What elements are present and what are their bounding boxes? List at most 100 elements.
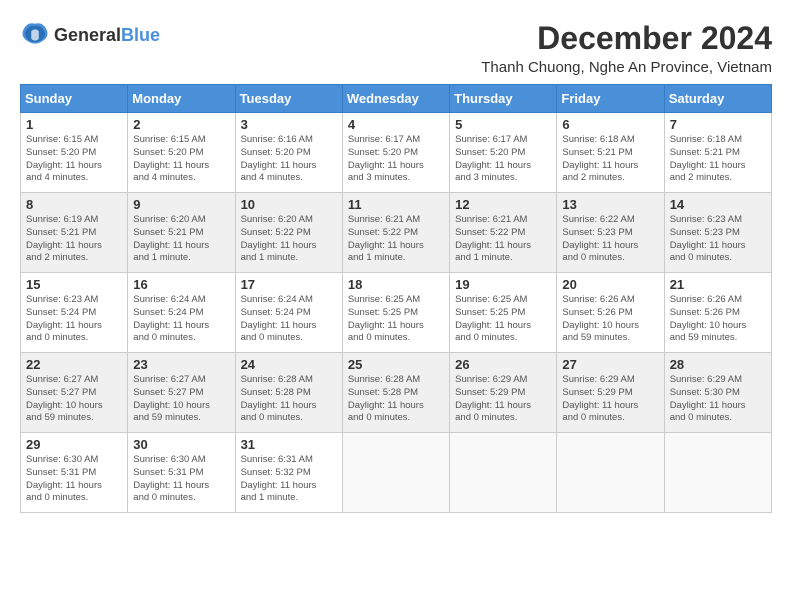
day-number: 20 bbox=[562, 277, 658, 292]
day-info: Sunrise: 6:22 AM Sunset: 5:23 PM Dayligh… bbox=[562, 214, 658, 265]
day-number: 12 bbox=[455, 197, 551, 212]
table-cell: 6Sunrise: 6:18 AM Sunset: 5:21 PM Daylig… bbox=[557, 113, 664, 193]
col-wednesday: Wednesday bbox=[342, 85, 449, 113]
day-info: Sunrise: 6:25 AM Sunset: 5:25 PM Dayligh… bbox=[348, 294, 444, 345]
logo-blue: Blue bbox=[121, 25, 160, 45]
col-friday: Friday bbox=[557, 85, 664, 113]
day-info: Sunrise: 6:24 AM Sunset: 5:24 PM Dayligh… bbox=[241, 294, 337, 345]
week-row-3: 15 Sunrise: 6:23 AM Sunset: 5:24 PM Dayli… bbox=[21, 273, 772, 353]
day-number: 22 bbox=[26, 357, 122, 372]
day-info: Sunrise: 6:26 AM Sunset: 5:26 PM Dayligh… bbox=[562, 294, 658, 345]
table-cell: 18 Sunrise: 6:25 AM Sunset: 5:25 PM Dayli… bbox=[342, 273, 449, 353]
day-number: 10 bbox=[241, 197, 337, 212]
table-cell: 14 Sunrise: 6:23 AM Sunset: 5:23 PM Dayli… bbox=[664, 193, 771, 273]
table-cell: 3 Sunrise: 6:16 AM Sunset: 5:20 PM Daylig… bbox=[235, 113, 342, 193]
day-number: 7 bbox=[670, 117, 766, 132]
day-info: Sunrise: 6:21 AM Sunset: 5:22 PM Dayligh… bbox=[455, 214, 551, 265]
day-number: 9 bbox=[133, 197, 229, 212]
location-title: Thanh Chuong, Nghe An Province, Vietnam bbox=[481, 59, 772, 76]
day-info: Sunrise: 6:23 AM Sunset: 5:24 PM Dayligh… bbox=[26, 294, 122, 345]
day-info: Sunrise: 6:20 AM Sunset: 5:21 PM Dayligh… bbox=[133, 214, 229, 265]
table-cell bbox=[342, 433, 449, 513]
table-cell bbox=[664, 433, 771, 513]
table-cell bbox=[450, 433, 557, 513]
day-number: 2 bbox=[133, 117, 229, 132]
day-number: 14 bbox=[670, 197, 766, 212]
table-cell: 7 Sunrise: 6:18 AM Sunset: 5:21 PM Daylig… bbox=[664, 113, 771, 193]
table-cell: 11 Sunrise: 6:21 AM Sunset: 5:22 PM Dayli… bbox=[342, 193, 449, 273]
table-cell: 30Sunrise: 6:30 AM Sunset: 5:31 PM Dayli… bbox=[128, 433, 235, 513]
day-info: Sunrise: 6:23 AM Sunset: 5:23 PM Dayligh… bbox=[670, 214, 766, 265]
table-cell: 1 Sunrise: 6:15 AM Sunset: 5:20 PM Daylig… bbox=[21, 113, 128, 193]
day-number: 6 bbox=[562, 117, 658, 132]
day-info: Sunrise: 6:17 AM Sunset: 5:20 PM Dayligh… bbox=[348, 134, 444, 185]
table-cell: 5 Sunrise: 6:17 AM Sunset: 5:20 PM Daylig… bbox=[450, 113, 557, 193]
day-number: 17 bbox=[241, 277, 337, 292]
calendar-table: Sunday Monday Tuesday Wednesday Thursday… bbox=[20, 84, 772, 513]
table-cell: 15 Sunrise: 6:23 AM Sunset: 5:24 PM Dayli… bbox=[21, 273, 128, 353]
table-cell: 4 Sunrise: 6:17 AM Sunset: 5:20 PM Daylig… bbox=[342, 113, 449, 193]
day-info: Sunrise: 6:24 AM Sunset: 5:24 PM Dayligh… bbox=[133, 294, 229, 345]
day-number: 24 bbox=[241, 357, 337, 372]
day-number: 18 bbox=[348, 277, 444, 292]
day-info: Sunrise: 6:27 AM Sunset: 5:27 PM Dayligh… bbox=[26, 374, 122, 425]
day-info: Sunrise: 6:31 AM Sunset: 5:32 PM Dayligh… bbox=[241, 454, 337, 505]
table-cell: 20 Sunrise: 6:26 AM Sunset: 5:26 PM Dayli… bbox=[557, 273, 664, 353]
day-number: 26 bbox=[455, 357, 551, 372]
table-cell: 27 Sunrise: 6:29 AM Sunset: 5:29 PM Dayli… bbox=[557, 353, 664, 433]
table-cell: 24Sunrise: 6:28 AM Sunset: 5:28 PM Dayli… bbox=[235, 353, 342, 433]
col-saturday: Saturday bbox=[664, 85, 771, 113]
table-cell: 31Sunrise: 6:31 AM Sunset: 5:32 PM Dayli… bbox=[235, 433, 342, 513]
day-number: 3 bbox=[241, 117, 337, 132]
day-number: 15 bbox=[26, 277, 122, 292]
logo-icon bbox=[20, 20, 50, 50]
day-info: Sunrise: 6:15 AM Sunset: 5:20 PM Dayligh… bbox=[26, 134, 122, 185]
week-row-5: 29Sunrise: 6:30 AM Sunset: 5:31 PM Dayli… bbox=[21, 433, 772, 513]
col-thursday: Thursday bbox=[450, 85, 557, 113]
day-number: 13 bbox=[562, 197, 658, 212]
table-cell: 25Sunrise: 6:28 AM Sunset: 5:28 PM Dayli… bbox=[342, 353, 449, 433]
table-cell: 17 Sunrise: 6:24 AM Sunset: 5:24 PM Dayli… bbox=[235, 273, 342, 353]
page-header: GeneralBlue December 2024 Thanh Chuong, … bbox=[20, 20, 772, 76]
col-sunday: Sunday bbox=[21, 85, 128, 113]
table-cell bbox=[557, 433, 664, 513]
table-cell: 9 Sunrise: 6:20 AM Sunset: 5:21 PM Daylig… bbox=[128, 193, 235, 273]
table-cell: 2Sunrise: 6:15 AM Sunset: 5:20 PM Daylig… bbox=[128, 113, 235, 193]
day-number: 16 bbox=[133, 277, 229, 292]
day-info: Sunrise: 6:29 AM Sunset: 5:29 PM Dayligh… bbox=[562, 374, 658, 425]
day-number: 30 bbox=[133, 437, 229, 452]
day-number: 5 bbox=[455, 117, 551, 132]
day-number: 1 bbox=[26, 117, 122, 132]
day-number: 8 bbox=[26, 197, 122, 212]
day-info: Sunrise: 6:28 AM Sunset: 5:28 PM Dayligh… bbox=[348, 374, 444, 425]
table-cell: 22 Sunrise: 6:27 AM Sunset: 5:27 PM Dayli… bbox=[21, 353, 128, 433]
day-number: 11 bbox=[348, 197, 444, 212]
day-info: Sunrise: 6:16 AM Sunset: 5:20 PM Dayligh… bbox=[241, 134, 337, 185]
day-info: Sunrise: 6:18 AM Sunset: 5:21 PM Dayligh… bbox=[670, 134, 766, 185]
calendar-header-row: Sunday Monday Tuesday Wednesday Thursday… bbox=[21, 85, 772, 113]
day-info: Sunrise: 6:29 AM Sunset: 5:29 PM Dayligh… bbox=[455, 374, 551, 425]
col-monday: Monday bbox=[128, 85, 235, 113]
col-tuesday: Tuesday bbox=[235, 85, 342, 113]
day-info: Sunrise: 6:25 AM Sunset: 5:25 PM Dayligh… bbox=[455, 294, 551, 345]
day-info: Sunrise: 6:30 AM Sunset: 5:31 PM Dayligh… bbox=[26, 454, 122, 505]
table-cell: 10Sunrise: 6:20 AM Sunset: 5:22 PM Dayli… bbox=[235, 193, 342, 273]
table-cell: 26 Sunrise: 6:29 AM Sunset: 5:29 PM Dayli… bbox=[450, 353, 557, 433]
day-number: 4 bbox=[348, 117, 444, 132]
day-info: Sunrise: 6:26 AM Sunset: 5:26 PM Dayligh… bbox=[670, 294, 766, 345]
table-cell: 23Sunrise: 6:27 AM Sunset: 5:27 PM Dayli… bbox=[128, 353, 235, 433]
day-info: Sunrise: 6:29 AM Sunset: 5:30 PM Dayligh… bbox=[670, 374, 766, 425]
day-info: Sunrise: 6:17 AM Sunset: 5:20 PM Dayligh… bbox=[455, 134, 551, 185]
table-cell: 21 Sunrise: 6:26 AM Sunset: 5:26 PM Dayli… bbox=[664, 273, 771, 353]
day-number: 27 bbox=[562, 357, 658, 372]
day-number: 21 bbox=[670, 277, 766, 292]
day-info: Sunrise: 6:21 AM Sunset: 5:22 PM Dayligh… bbox=[348, 214, 444, 265]
week-row-4: 22 Sunrise: 6:27 AM Sunset: 5:27 PM Dayli… bbox=[21, 353, 772, 433]
logo-general: General bbox=[54, 25, 121, 45]
day-info: Sunrise: 6:19 AM Sunset: 5:21 PM Dayligh… bbox=[26, 214, 122, 265]
table-cell: 13 Sunrise: 6:22 AM Sunset: 5:23 PM Dayli… bbox=[557, 193, 664, 273]
day-number: 28 bbox=[670, 357, 766, 372]
day-number: 23 bbox=[133, 357, 229, 372]
day-number: 19 bbox=[455, 277, 551, 292]
month-title: December 2024 bbox=[481, 20, 772, 57]
